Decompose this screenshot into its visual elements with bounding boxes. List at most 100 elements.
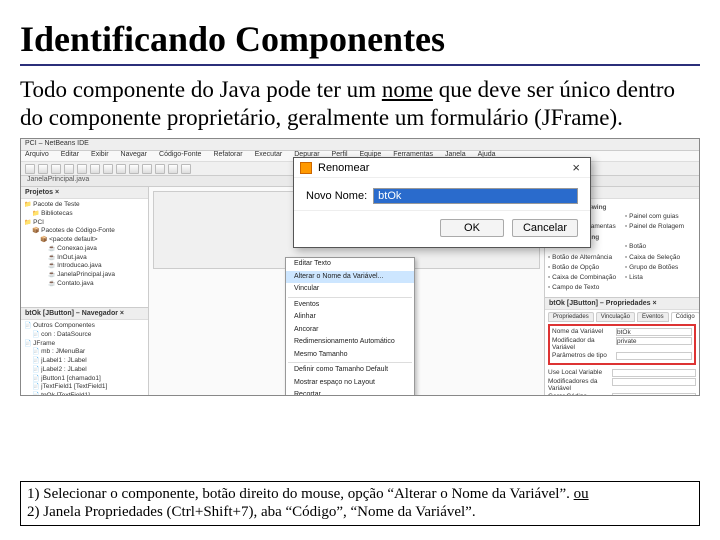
dialog-title-text: Renomear (318, 162, 369, 174)
tree-node[interactable]: tnOk [TextField1] (24, 392, 145, 396)
body-paragraph: Todo componente do Java pode ter um nome… (20, 76, 700, 132)
ok-button[interactable]: OK (440, 219, 504, 237)
toolbar-button[interactable] (116, 164, 126, 174)
property-label: Gerar Código Tipado (548, 393, 608, 396)
context-menu-item[interactable]: Definir como Tamanho Default (286, 364, 414, 377)
property-value[interactable] (612, 378, 696, 386)
tree-node[interactable]: Contato.java (24, 280, 145, 289)
properties-title: btOk [JButton] – Propriedades × (545, 298, 699, 310)
navigator-tree[interactable]: Outros Componentescon : DataSourceJFrame… (21, 320, 148, 396)
new-name-input[interactable]: btOk (373, 188, 578, 204)
palette-item[interactable]: Lista (625, 273, 696, 282)
context-menu-item[interactable]: Ancorar (286, 324, 414, 337)
tree-node[interactable]: Conexao.java (24, 245, 145, 254)
property-label: Parâmetros de tipo (552, 352, 612, 360)
property-label: Modificador da Variável (552, 337, 612, 351)
toolbar-button[interactable] (51, 164, 61, 174)
context-menu-item[interactable]: Recortar (286, 389, 414, 396)
toolbar-button[interactable] (25, 164, 35, 174)
toolbar-button[interactable] (103, 164, 113, 174)
tree-node[interactable]: Bibliotecas (24, 210, 145, 219)
dialog-label: Novo Nome: (306, 190, 367, 202)
properties-tabs[interactable]: PropriedadesVinculaçãoEventosCódigo (548, 312, 696, 322)
dialog-titlebar: Renomear × (294, 158, 590, 178)
toolbar-button[interactable] (142, 164, 152, 174)
property-value[interactable]: btOk (616, 328, 692, 336)
close-icon[interactable]: × (568, 160, 584, 175)
properties-tab[interactable]: Propriedades (548, 312, 594, 322)
menu-item[interactable]: Editar (61, 151, 79, 161)
tree-node[interactable]: con : DataSource (24, 331, 145, 340)
palette-item[interactable]: Caixa de Seleção (625, 253, 696, 262)
rename-dialog: Renomear × Novo Nome: btOk OK Cancelar (293, 157, 591, 248)
tree-node[interactable]: Introducao.java (24, 262, 145, 271)
context-menu-item[interactable]: Alterar o Nome da Variável... (286, 271, 414, 284)
property-value[interactable]: private (616, 337, 692, 345)
toolbar-button[interactable] (77, 164, 87, 174)
toolbar-button[interactable] (168, 164, 178, 174)
footer-line1-ou: ou (574, 486, 589, 502)
context-menu-item[interactable]: Alinhar (286, 311, 414, 324)
toolbar-button[interactable] (64, 164, 74, 174)
toolbar-button[interactable] (155, 164, 165, 174)
ide-screenshot: PCI – NetBeans IDE Arquivo Editar Exibir Na… (20, 138, 700, 396)
cancel-button[interactable]: Cancelar (512, 219, 578, 237)
toolbar-button[interactable] (129, 164, 139, 174)
ide-left-column: Projetos × Pacote de TesteBibliotecasPCI… (21, 187, 149, 396)
properties-panel[interactable]: btOk [JButton] – Propriedades × Propried… (545, 297, 699, 396)
properties-list[interactable]: Use Local VariableModificadores da Variá… (548, 369, 696, 396)
menu-item[interactable]: Código-Fonte (159, 151, 201, 161)
menu-item[interactable]: Executar (255, 151, 283, 161)
slide-title: Identificando Componentes (20, 18, 700, 60)
tree-node[interactable]: mb : JMenuBar (24, 348, 145, 357)
context-menu-item[interactable]: Mostrar espaço no Layout (286, 377, 414, 390)
tree-node[interactable]: Outros Componentes (24, 322, 145, 331)
property-value[interactable] (616, 352, 692, 360)
menu-item[interactable]: Navegar (121, 151, 147, 161)
context-menu-item[interactable]: Mesmo Tamanho (286, 349, 414, 362)
toolbar-button[interactable] (181, 164, 191, 174)
palette-item[interactable]: Botão (625, 242, 696, 251)
menu-item[interactable]: Arquivo (25, 151, 49, 161)
project-tree[interactable]: Pacote de TesteBibliotecasPCIPacotes de … (21, 199, 148, 307)
projects-panel-title: Projetos × (21, 187, 148, 199)
tree-node[interactable]: JanelaPrincipal.java (24, 271, 145, 280)
navigator-panel-title: btOk [JButton] – Navegador × (21, 308, 148, 320)
palette-item[interactable]: Grupo de Botões (625, 263, 696, 272)
dialog-icon (300, 162, 312, 174)
property-label: Use Local Variable (548, 369, 608, 377)
properties-tab[interactable]: Vinculação (596, 312, 635, 322)
tree-node[interactable]: Pacote de Teste (24, 201, 145, 210)
title-rule (20, 64, 700, 66)
palette-item[interactable]: Campo de Texto (548, 283, 619, 292)
palette-item[interactable]: Caixa de Combinação (548, 273, 619, 282)
tree-node[interactable]: jLabel2 : JLabel (24, 366, 145, 375)
palette-item[interactable]: Botão de Alternância (548, 253, 619, 262)
tree-node[interactable]: Pacotes de Código-Fonte (24, 227, 145, 236)
tree-node[interactable]: jLabel1 : JLabel (24, 357, 145, 366)
context-menu-item[interactable]: Vincular (286, 283, 414, 296)
palette-item[interactable]: Botão de Opção (548, 263, 619, 272)
property-value[interactable] (612, 369, 696, 377)
context-menu-item[interactable]: Redimensionamento Automático (286, 336, 414, 349)
properties-highlight-box: Nome da Variável btOk Modificador da Variá… (548, 324, 696, 365)
body-underlined: nome (382, 77, 433, 102)
context-menu[interactable]: Editar TextoAlterar o Nome da Variável..… (285, 257, 415, 396)
properties-tab[interactable]: Código (671, 312, 700, 322)
footer-line1: 1) Selecionar o componente, botão direit… (27, 486, 574, 502)
body-pre: Todo componente do Java pode ter um (20, 77, 382, 102)
property-value[interactable] (612, 393, 696, 396)
context-menu-item[interactable]: Eventos (286, 299, 414, 312)
menu-item[interactable]: Refatorar (213, 151, 242, 161)
properties-tab[interactable]: Eventos (637, 312, 669, 322)
tree-node[interactable]: <pacote default> (24, 236, 145, 245)
toolbar-button[interactable] (38, 164, 48, 174)
menu-item[interactable]: Exibir (91, 151, 109, 161)
tree-node[interactable]: jTextField1 [TextField1] (24, 383, 145, 392)
property-label: Nome da Variável (552, 328, 612, 336)
toolbar-button[interactable] (90, 164, 100, 174)
palette-item[interactable]: Painel de Rolagem (625, 222, 696, 231)
palette-item[interactable]: Painel com guias (625, 212, 696, 221)
ide-window-title: PCI – NetBeans IDE (21, 139, 699, 151)
context-menu-item[interactable]: Editar Texto (286, 258, 414, 271)
